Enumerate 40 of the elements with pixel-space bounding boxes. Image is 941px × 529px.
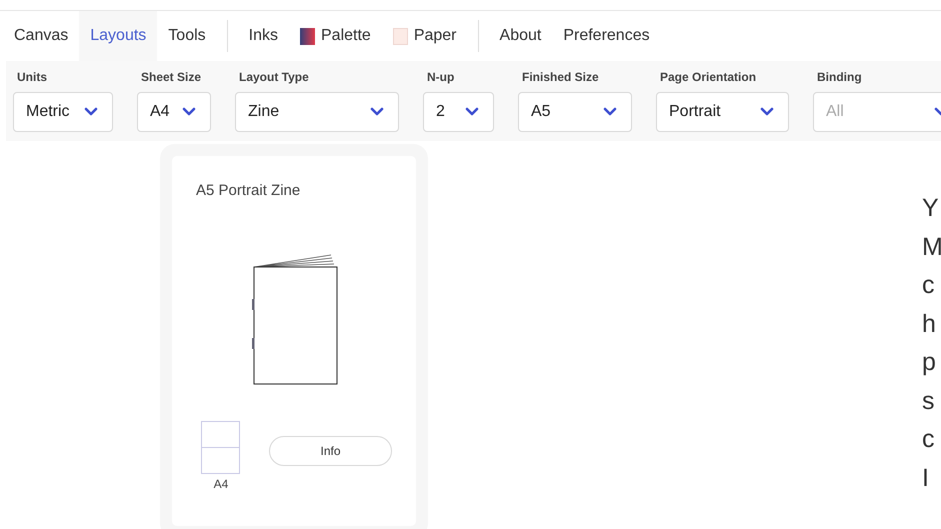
sheet-icon	[201, 421, 241, 475]
nav-tab[interactable]: Canvas	[3, 11, 80, 61]
chevron-down-icon	[603, 107, 617, 117]
filter-label: Page Orientation	[659, 70, 758, 85]
chevron-down-icon	[465, 107, 479, 117]
nav-tab[interactable]: Tools	[157, 11, 217, 61]
layout-card[interactable]: A5 Portrait Zine A4 Info	[172, 156, 416, 526]
text-line: I	[922, 462, 930, 494]
sheet-label: A4	[214, 477, 228, 491]
filter-label: Layout Type	[238, 70, 310, 85]
text-line: M	[922, 232, 941, 262]
text-line: Y	[922, 193, 940, 224]
dropdown[interactable]: Zine	[235, 92, 399, 132]
dropdown[interactable]: Metric	[13, 92, 113, 132]
dropdown[interactable]: 2	[423, 92, 494, 132]
chevron-down-icon	[182, 107, 196, 117]
text-line: p	[922, 347, 937, 378]
dropdown[interactable]: Portrait	[656, 92, 789, 132]
nav-tab[interactable]: Preferences	[552, 11, 661, 61]
nav-tab[interactable]: Inks	[238, 11, 289, 61]
chevron-down-icon	[370, 107, 384, 117]
dropdown[interactable]: A4	[137, 92, 211, 132]
dropdown[interactable]: A5	[518, 92, 632, 132]
chevron-down-icon	[760, 107, 774, 117]
filter-label: Units	[16, 70, 48, 85]
text-line: h	[922, 308, 937, 340]
filter-label: N-up	[426, 70, 456, 85]
filter-label: Sheet Size	[140, 70, 202, 85]
nav-tab[interactable]: Layouts	[79, 11, 158, 61]
text-line: s	[922, 386, 936, 416]
card-title: A5 Portrait Zine	[196, 182, 302, 199]
text-line: c	[922, 270, 936, 301]
nav-tab[interactable]: About	[488, 11, 552, 61]
chevron-down-icon	[84, 107, 98, 117]
nav-tab[interactable]: Palette	[289, 11, 382, 61]
nav-tab[interactable]: Paper	[382, 11, 468, 61]
filter-label: Binding	[816, 70, 863, 85]
text-line: c	[922, 424, 936, 455]
info-button[interactable]: Info	[269, 436, 392, 466]
filter-label: Finished Size	[521, 70, 600, 85]
